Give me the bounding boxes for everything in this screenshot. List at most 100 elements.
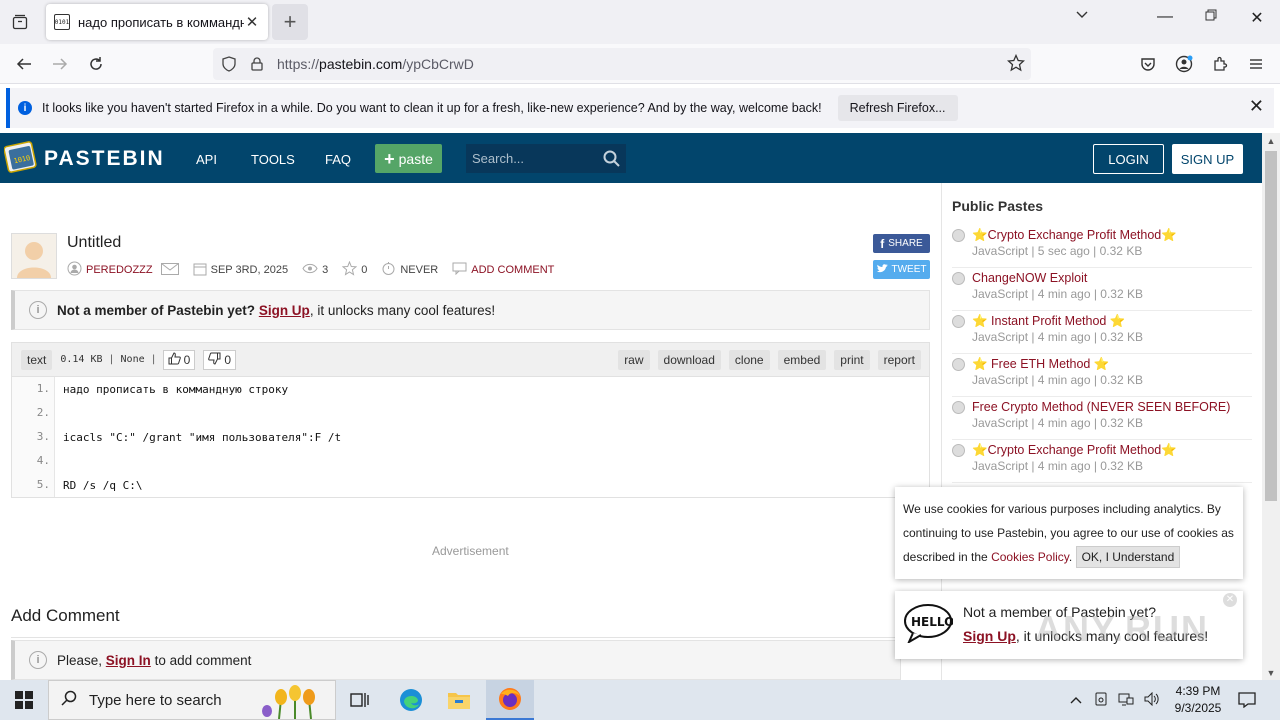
like-button[interactable]: 0: [162, 349, 196, 370]
edge-icon[interactable]: [387, 680, 435, 720]
scroll-up-icon[interactable]: ▲: [1262, 136, 1280, 146]
tulips-decoration-icon: [259, 683, 329, 720]
author-link[interactable]: PEREDOZZZ: [86, 264, 153, 276]
task-view-icon[interactable]: [336, 680, 384, 720]
paste-meta: PEREDOZZZ SEP 3RD, 2025 3 0 NEVER ADD CO…: [67, 260, 568, 278]
add-comment-link[interactable]: ADD COMMENT: [471, 264, 554, 276]
clock-date: 9/3/2025: [1174, 701, 1222, 715]
tab-overflow-chevron-icon[interactable]: [1067, 8, 1097, 27]
syntax-tag[interactable]: text: [21, 349, 53, 370]
globe-icon: [952, 315, 965, 328]
signup-link[interactable]: Sign Up: [259, 303, 310, 318]
views-eye-icon: [302, 263, 318, 277]
shield-icon[interactable]: [221, 56, 237, 72]
forward-icon[interactable]: [46, 52, 74, 76]
tray-overflow-chevron-icon[interactable]: [1070, 693, 1082, 707]
pastebin-logo-icon[interactable]: 1010: [3, 140, 38, 174]
tray-device-icon[interactable]: [1094, 692, 1108, 709]
refresh-firefox-button[interactable]: Refresh Firefox...: [837, 95, 958, 121]
hello-bubble-icon: HELLO: [903, 603, 954, 645]
tab-list-icon[interactable]: [8, 10, 32, 34]
public-paste-title[interactable]: ⭐Crypto Exchange Profit Method⭐: [972, 443, 1177, 458]
add-comment-heading: Add Comment: [11, 606, 120, 625]
back-icon[interactable]: [10, 52, 38, 76]
lock-icon[interactable]: [249, 56, 265, 72]
comment-prefix: Please,: [57, 652, 103, 668]
public-paste-title[interactable]: Free Crypto Method (NEVER SEEN BEFORE): [972, 400, 1230, 414]
login-button[interactable]: LOGIN: [1093, 144, 1164, 174]
avatar[interactable]: [11, 233, 57, 279]
extensions-icon[interactable]: [1206, 52, 1234, 76]
public-paste-item[interactable]: ⭐Crypto Exchange Profit Method⭐ JavaScri…: [952, 441, 1252, 483]
public-paste-item[interactable]: ⭐ Instant Profit Method ⭐ JavaScript | 4…: [952, 312, 1252, 354]
signup-button[interactable]: SIGN UP: [1172, 144, 1243, 174]
twitter-tweet-button[interactable]: TWEET: [873, 260, 930, 279]
line-number: 1.: [12, 377, 55, 401]
public-paste-title[interactable]: ⭐ Instant Profit Method ⭐: [972, 314, 1125, 329]
scroll-down-icon[interactable]: ▼: [1262, 668, 1280, 678]
public-paste-item[interactable]: ⭐Crypto Exchange Profit Method⭐ JavaScri…: [952, 226, 1252, 268]
bookmark-star-icon[interactable]: [1006, 53, 1026, 75]
signup-popup-link[interactable]: Sign Up: [963, 628, 1016, 644]
public-paste-item[interactable]: ⭐ Free ETH Method ⭐ JavaScript | 4 min a…: [952, 355, 1252, 397]
account-icon[interactable]: [1170, 52, 1198, 76]
close-window-icon[interactable]: ✕: [1242, 8, 1272, 28]
search-input[interactable]: Search...: [466, 144, 626, 173]
paste-code-box: text 0.14 KB | None | 0 0 raw download c…: [11, 342, 930, 498]
taskbar-search-input[interactable]: Type here to search: [48, 680, 336, 720]
cookies-policy-link[interactable]: Cookies Policy: [991, 550, 1069, 564]
public-paste-title[interactable]: ChangeNOW Exploit: [972, 271, 1087, 285]
public-paste-title[interactable]: ⭐Crypto Exchange Profit Method⭐: [972, 228, 1177, 243]
public-paste-item[interactable]: ChangeNOW Exploit JavaScript | 4 min ago…: [952, 269, 1252, 311]
restore-icon[interactable]: [1196, 8, 1226, 26]
volume-icon[interactable]: [1144, 691, 1160, 709]
embed-button[interactable]: embed: [777, 350, 827, 370]
browser-tab[interactable]: 0101 надо прописать в коммандную строку …: [46, 4, 268, 40]
code-line: 3. icacls "C:" /grant "имя пользователя":…: [12, 425, 929, 449]
raw-button[interactable]: raw: [618, 350, 650, 370]
tab-close-icon[interactable]: ✕: [244, 13, 260, 31]
public-paste-meta: JavaScript | 4 min ago | 0.32 KB: [972, 287, 1143, 301]
globe-icon: [952, 272, 965, 285]
nav-faq[interactable]: FAQ: [325, 152, 351, 167]
public-paste-item[interactable]: Free Crypto Method (NEVER SEEN BEFORE) J…: [952, 398, 1252, 440]
public-paste-meta: JavaScript | 4 min ago | 0.32 KB: [972, 330, 1143, 344]
signup-popup-close-icon[interactable]: ✕: [1223, 593, 1237, 607]
message-icon[interactable]: [160, 262, 179, 278]
new-tab-button[interactable]: +: [272, 4, 308, 40]
page-scrollbar[interactable]: ▲ ▼: [1262, 133, 1280, 680]
new-paste-button[interactable]: + paste: [375, 144, 442, 173]
public-paste-meta: JavaScript | 5 sec ago | 0.32 KB: [972, 244, 1143, 258]
firefox-taskbar-icon[interactable]: [486, 680, 534, 720]
menu-icon[interactable]: [1242, 52, 1270, 76]
notifications-icon[interactable]: [1238, 680, 1256, 720]
network-icon[interactable]: [1118, 692, 1134, 709]
download-button[interactable]: download: [657, 350, 721, 370]
scrollbar-thumb[interactable]: [1265, 151, 1277, 501]
nav-api[interactable]: API: [196, 152, 217, 167]
clone-button[interactable]: clone: [728, 350, 770, 370]
search-icon[interactable]: [603, 150, 620, 170]
print-button[interactable]: print: [834, 350, 870, 370]
code-actions: raw download clone embed print report: [618, 350, 921, 370]
taskbar-clock[interactable]: 4:39 PM 9/3/2025: [1170, 683, 1226, 717]
url-bar[interactable]: https://pastebin.com/ypCbCrwD: [213, 48, 1031, 80]
signin-link[interactable]: Sign In: [106, 653, 151, 668]
nav-tools[interactable]: TOOLS: [251, 152, 295, 167]
like-count: 0: [183, 352, 191, 367]
public-paste-title[interactable]: ⭐ Free ETH Method ⭐: [972, 357, 1109, 372]
file-explorer-icon[interactable]: [435, 680, 483, 720]
report-button[interactable]: report: [877, 350, 921, 370]
pocket-icon[interactable]: [1134, 52, 1162, 76]
public-paste-meta: JavaScript | 4 min ago | 0.32 KB: [972, 373, 1143, 387]
cookie-ok-button[interactable]: OK, I Understand: [1075, 546, 1181, 568]
reload-icon[interactable]: [82, 52, 110, 76]
windows-start-icon[interactable]: [0, 680, 48, 720]
notification-message: It looks like you haven't started Firefo…: [42, 101, 822, 115]
dislike-button[interactable]: 0: [203, 349, 237, 370]
notification-close-icon[interactable]: ✕: [1249, 96, 1264, 117]
tweet-label: TWEET: [891, 264, 927, 275]
facebook-share-button[interactable]: f SHARE: [873, 234, 930, 253]
minimize-icon[interactable]: —: [1150, 8, 1180, 26]
pastebin-brand[interactable]: PASTEBIN: [44, 147, 165, 171]
